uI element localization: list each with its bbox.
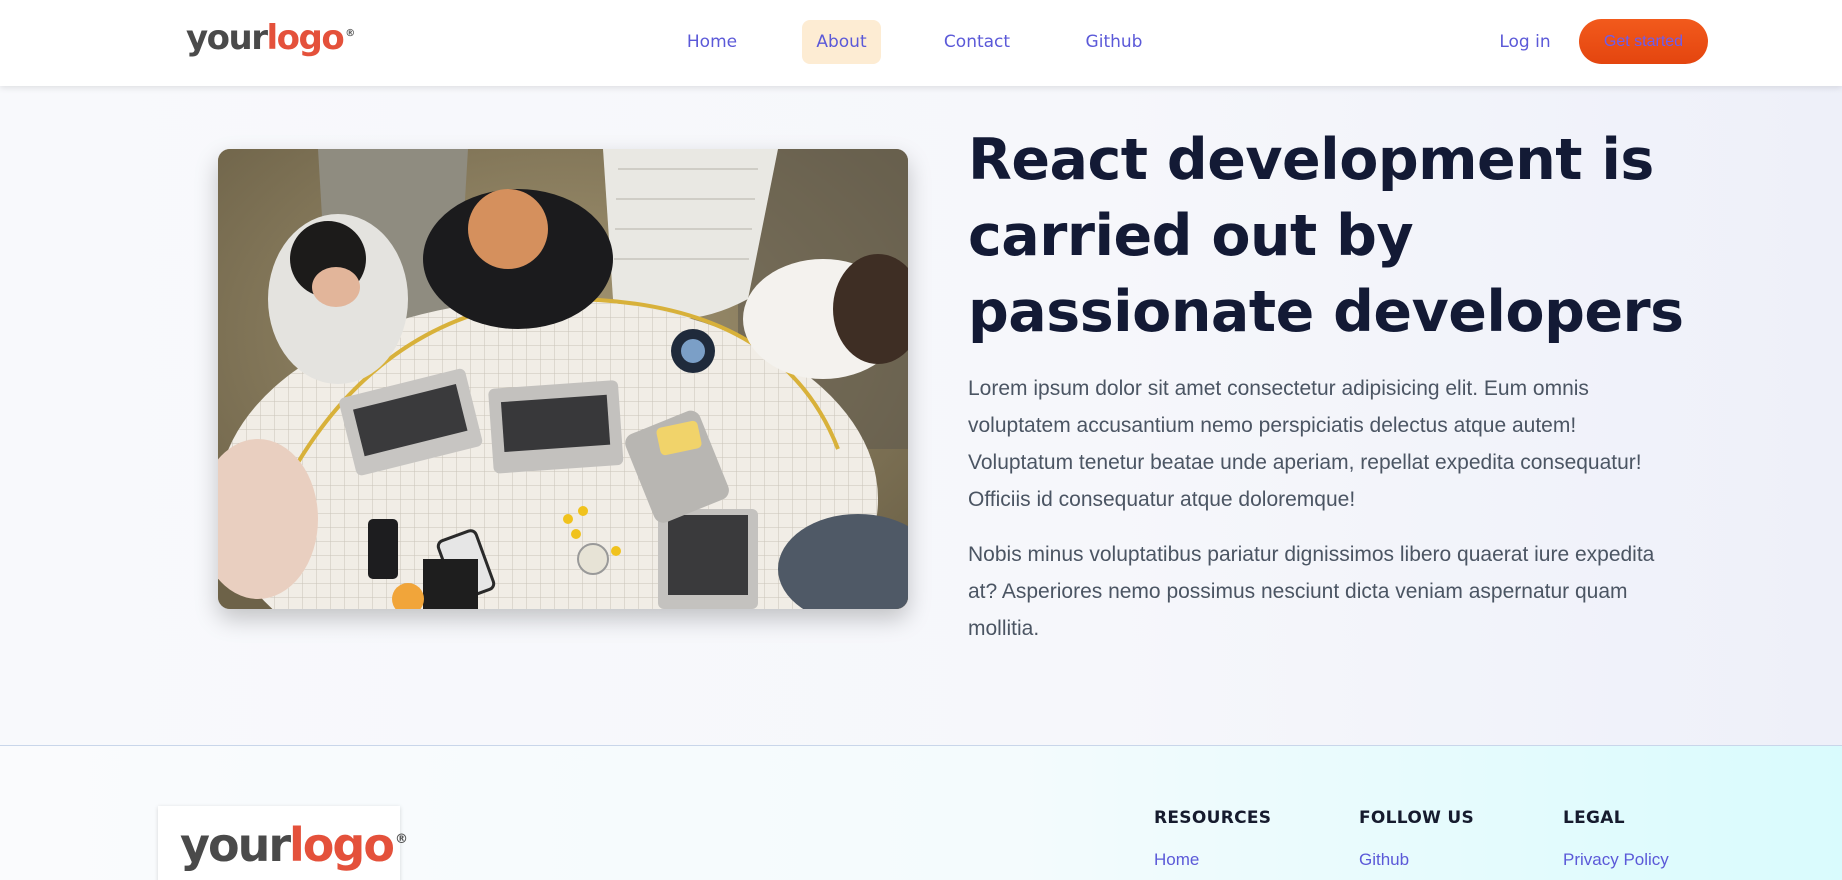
footer-registered-mark: ® xyxy=(394,832,408,847)
nav-about[interactable]: About xyxy=(802,20,881,64)
nav-github[interactable]: Github xyxy=(1080,20,1148,64)
footer-link-github[interactable]: Github xyxy=(1359,850,1474,870)
site-footer: your logo ® RESOURCES Home FOLLOW US Githu… xyxy=(0,745,1842,880)
registered-mark: ® xyxy=(345,28,356,39)
get-started-button[interactable]: Get started xyxy=(1579,19,1708,64)
nav-contact[interactable]: Contact xyxy=(940,20,1014,64)
footer-link-home[interactable]: Home xyxy=(1154,850,1271,870)
hero-paragraph-1: Lorem ipsum dolor sit amet consectetur a… xyxy=(968,377,1642,511)
footer-logo-word-your: your xyxy=(180,818,291,872)
footer-column-follow-us: FOLLOW US Github xyxy=(1359,808,1474,870)
footer-logo[interactable]: your logo ® xyxy=(180,818,408,872)
footer-column-legal: LEGAL Privacy Policy xyxy=(1563,808,1669,870)
nav-home[interactable]: Home xyxy=(680,20,744,64)
footer-column-title: FOLLOW US xyxy=(1359,808,1474,828)
hero-section: React development is carried out by pass… xyxy=(0,86,1842,745)
footer-column-resources: RESOURCES Home xyxy=(1154,808,1271,870)
logo-word-your: your xyxy=(186,18,268,58)
header-logo[interactable]: your logo ® xyxy=(186,18,355,58)
footer-column-title: RESOURCES xyxy=(1154,808,1272,828)
footer-column-title: LEGAL xyxy=(1563,808,1625,828)
footer-link-privacy-policy[interactable]: Privacy Policy xyxy=(1563,850,1669,870)
login-link[interactable]: Log in xyxy=(1490,20,1560,64)
hero-paragraph-2: Nobis minus voluptatibus pariatur dignis… xyxy=(968,543,1655,640)
team-photo xyxy=(218,149,908,609)
team-photo-illustration xyxy=(218,149,908,609)
footer-logo-card: your logo ® xyxy=(158,806,408,880)
logo-word-logo: logo xyxy=(266,18,345,58)
footer-logo-word-logo: logo xyxy=(289,818,395,872)
site-header: your logo ® Home About Contact Github Log … xyxy=(0,0,1842,86)
hero-headline: React development is carried out by pass… xyxy=(968,127,1684,345)
